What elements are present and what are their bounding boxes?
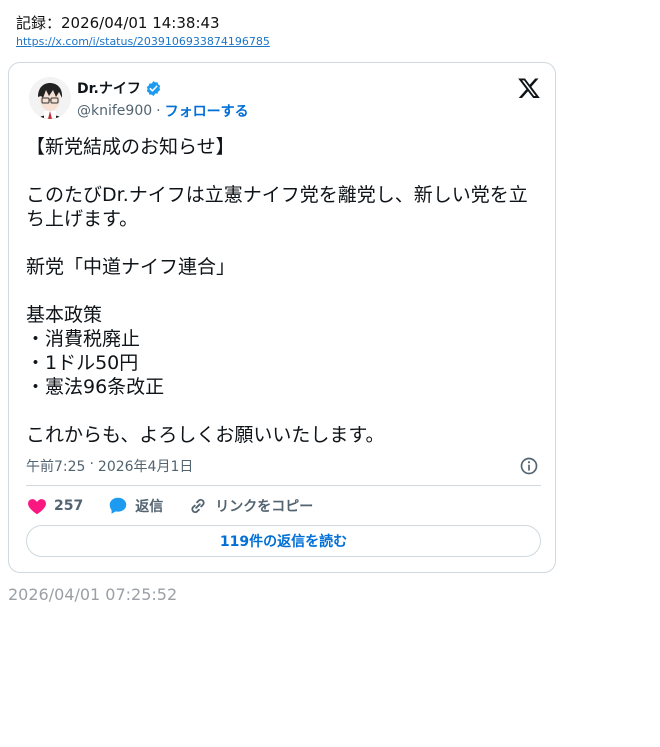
copy-link-label: リンクをコピー (215, 499, 314, 515)
avatar-illustration (29, 77, 71, 119)
tweet-date[interactable]: 2026年4月1日 (98, 456, 193, 476)
handle-separator: · (156, 103, 161, 119)
author-name[interactable]: Dr.ナイフ (77, 78, 141, 98)
source-link[interactable]: https://x.com/i/status/20391069338741967… (16, 35, 270, 48)
capture-timestamp: 2026/04/01 07:25:52 (8, 585, 178, 604)
divider (26, 485, 541, 486)
like-button[interactable]: 257 (26, 495, 83, 517)
copy-link-button[interactable]: リンクをコピー (187, 495, 313, 517)
heart-icon (28, 499, 46, 515)
tweet-timestamp[interactable]: 午前7:25 · 2026年4月1日 (26, 456, 193, 476)
link-icon (191, 498, 205, 514)
timestamp-separator: · (89, 456, 94, 472)
reply-button[interactable]: 返信 (107, 495, 163, 517)
action-bar: 257 返信 リンクをコピー (26, 495, 337, 517)
tweet-time[interactable]: 午前7:25 (26, 456, 85, 476)
reply-label: 返信 (135, 499, 164, 515)
verified-badge-icon (146, 80, 161, 96)
record-timestamp: 記録：2026/04/01 14:38:43 (16, 14, 220, 32)
x-logo-icon[interactable] (517, 76, 541, 100)
author-name-row[interactable]: Dr.ナイフ (77, 78, 162, 98)
speech-bubble-icon (109, 497, 127, 514)
read-replies-button[interactable]: 119件の返信を読む (26, 525, 541, 557)
author-handle-row: @knife900 · フォローする (77, 101, 249, 121)
tweet-text: 【新党結成のお知らせ】 このたびDr.ナイフは立憲ナイフ党を離党し、新しい党を立… (26, 136, 528, 446)
follow-button[interactable]: フォローする (165, 101, 249, 121)
info-icon[interactable] (519, 456, 539, 476)
avatar[interactable] (29, 77, 71, 119)
author-handle[interactable]: @knife900 (77, 103, 152, 119)
like-count: 257 (54, 498, 84, 514)
tweet-card: Dr.ナイフ @knife900 · フォローする 【新党結成のお知らせ】 この… (8, 62, 556, 573)
